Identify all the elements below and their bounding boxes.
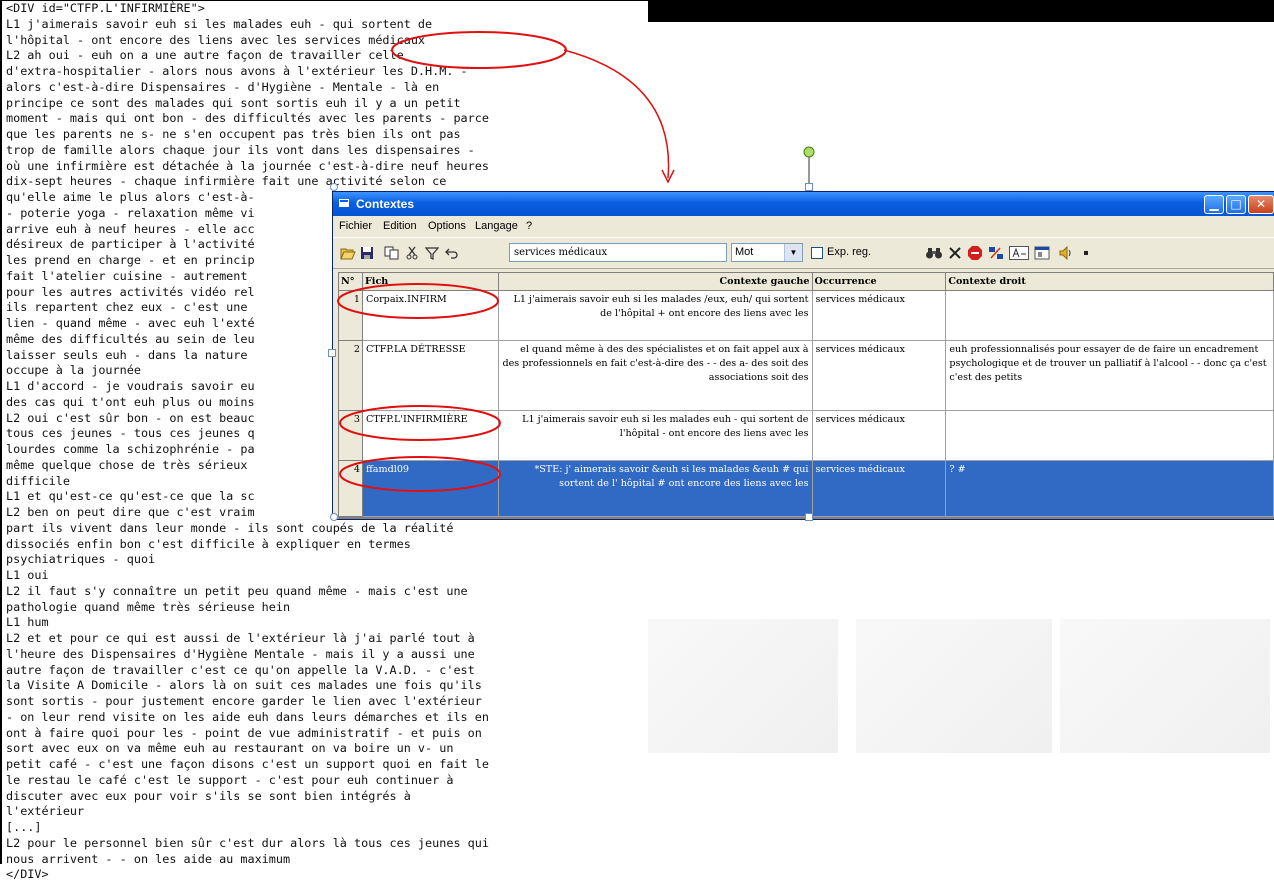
undo-button[interactable]: [443, 244, 461, 262]
copy-icon: [384, 246, 399, 260]
stop-button[interactable]: [966, 244, 984, 262]
row-file: CTFP.L'INFIRMIÈRE: [361, 410, 499, 461]
row-right-context: [945, 290, 1274, 341]
regex-label: Exp. reg.: [827, 246, 872, 258]
col-right-context[interactable]: Contexte droit: [945, 272, 1274, 291]
save-icon: [361, 247, 373, 259]
copy-button[interactable]: [383, 244, 401, 262]
undo-icon: [445, 248, 458, 259]
table-row-selected[interactable]: 4 ffamdl09 *STE: j' aimerais savoir &euh…: [338, 460, 1274, 517]
row-right-context: euh professionnalisés pour essayer de de…: [945, 340, 1274, 411]
row-occurrence: services médicaux: [811, 410, 947, 461]
sort-button[interactable]: [987, 244, 1005, 262]
search-button[interactable]: [925, 244, 943, 262]
sort-icon: [989, 247, 1003, 259]
top-dark-bar: [648, 0, 1274, 22]
cut-icon: [406, 246, 418, 260]
regex-checkbox[interactable]: [811, 247, 823, 259]
menu-fichier[interactable]: Fichier: [339, 220, 372, 232]
open-button[interactable]: [339, 244, 357, 262]
row-occurrence: services médicaux: [811, 290, 947, 341]
font-icon: [1009, 246, 1029, 260]
row-left-context: L1 j'aimerais savoir euh si les malades …: [497, 410, 813, 461]
resize-handle-top[interactable]: [805, 183, 813, 191]
resize-handle-bottom[interactable]: [805, 513, 813, 521]
minimize-button[interactable]: ▁: [1204, 195, 1224, 214]
col-file[interactable]: Fich: [361, 272, 499, 291]
row-number: 3: [338, 410, 363, 461]
mode-select-value: Mot: [735, 246, 754, 258]
sound-button[interactable]: [1057, 244, 1075, 262]
menu-help[interactable]: ?: [526, 220, 532, 232]
close-button[interactable]: ✕: [1248, 195, 1274, 214]
folder-open-icon: [340, 248, 356, 260]
resize-handle-bottom-left[interactable]: [330, 513, 338, 521]
record-button[interactable]: [1077, 244, 1095, 262]
row-number: 2: [338, 340, 363, 411]
filter-icon: [425, 247, 439, 260]
menu-bar: Fichier Edition Options Langage ?: [333, 216, 1274, 236]
stop-icon: [968, 246, 982, 260]
filter-button[interactable]: [423, 244, 441, 262]
record-icon: [1084, 251, 1088, 255]
save-button[interactable]: [358, 244, 376, 262]
row-file: ffamdl09: [361, 460, 499, 517]
row-number: 4: [338, 460, 363, 517]
row-left-context: el quand même à des des spécialistes et …: [497, 340, 813, 411]
toolbar: services médicaux Mot ▼ Exp. reg.: [333, 237, 1274, 269]
table-header-row: N° Fich Contexte gauche Occurrence Conte…: [338, 272, 1274, 291]
row-number: 1: [338, 290, 363, 341]
background-photo-1: [648, 619, 838, 753]
search-input[interactable]: services médicaux: [509, 243, 727, 262]
menu-options[interactable]: Options: [428, 220, 466, 232]
speaker-icon: [1059, 246, 1071, 260]
resize-handle-left[interactable]: [328, 349, 336, 357]
results-grid[interactable]: N° Fich Contexte gauche Occurrence Conte…: [338, 272, 1274, 519]
col-number[interactable]: N°: [338, 272, 363, 291]
table-row[interactable]: 2 CTFP.LA DÉTRESSE el quand même à des d…: [338, 340, 1274, 411]
resize-handle-top-left[interactable]: [330, 183, 338, 191]
window-title: Contextes: [356, 197, 415, 211]
binoculars-icon: [926, 248, 942, 259]
clear-button[interactable]: [946, 244, 964, 262]
properties-button[interactable]: [1033, 244, 1051, 262]
col-occurrence[interactable]: Occurrence: [811, 272, 947, 291]
row-left-context: L1 j'aimerais savoir euh si les malades …: [497, 290, 813, 341]
row-file: Corpaix.INFIRM: [361, 290, 499, 341]
row-left-context: *STE: j' aimerais savoir &euh si les mal…: [497, 460, 813, 517]
table-row[interactable]: 1 Corpaix.INFIRM L1 j'aimerais savoir eu…: [338, 290, 1274, 341]
menu-edition[interactable]: Edition: [383, 220, 417, 232]
font-button[interactable]: [1009, 244, 1029, 262]
window-titlebar[interactable]: Contextes ▁ □ ✕: [333, 192, 1274, 216]
properties-icon: [1034, 246, 1050, 260]
mode-select[interactable]: Mot ▼: [731, 243, 803, 262]
maximize-icon: □: [1230, 197, 1242, 211]
contextes-window[interactable]: Contextes ▁ □ ✕ Fichier Edition Options …: [333, 192, 1274, 519]
row-right-context: ? #: [945, 460, 1274, 517]
row-occurrence: services médicaux: [811, 460, 947, 517]
background-photo-3: [1060, 619, 1270, 753]
minimize-icon: ▁: [1209, 197, 1219, 211]
row-occurrence: services médicaux: [811, 340, 947, 411]
clear-x-icon: [949, 247, 961, 259]
maximize-button[interactable]: □: [1226, 195, 1246, 214]
row-right-context: [945, 410, 1274, 461]
background-photo-2: [856, 619, 1052, 753]
close-icon: ✕: [1255, 197, 1267, 211]
cut-button[interactable]: [403, 244, 421, 262]
table-row[interactable]: 3 CTFP.L'INFIRMIÈRE L1 j'aimerais savoir…: [338, 410, 1274, 461]
col-left-context[interactable]: Contexte gauche: [497, 272, 813, 291]
window-app-icon: [339, 199, 349, 207]
menu-langage[interactable]: Langage: [475, 220, 518, 232]
row-file: CTFP.LA DÉTRESSE: [361, 340, 499, 411]
chevron-down-icon[interactable]: ▼: [784, 244, 802, 261]
results-table: N° Fich Contexte gauche Occurrence Conte…: [338, 272, 1274, 517]
